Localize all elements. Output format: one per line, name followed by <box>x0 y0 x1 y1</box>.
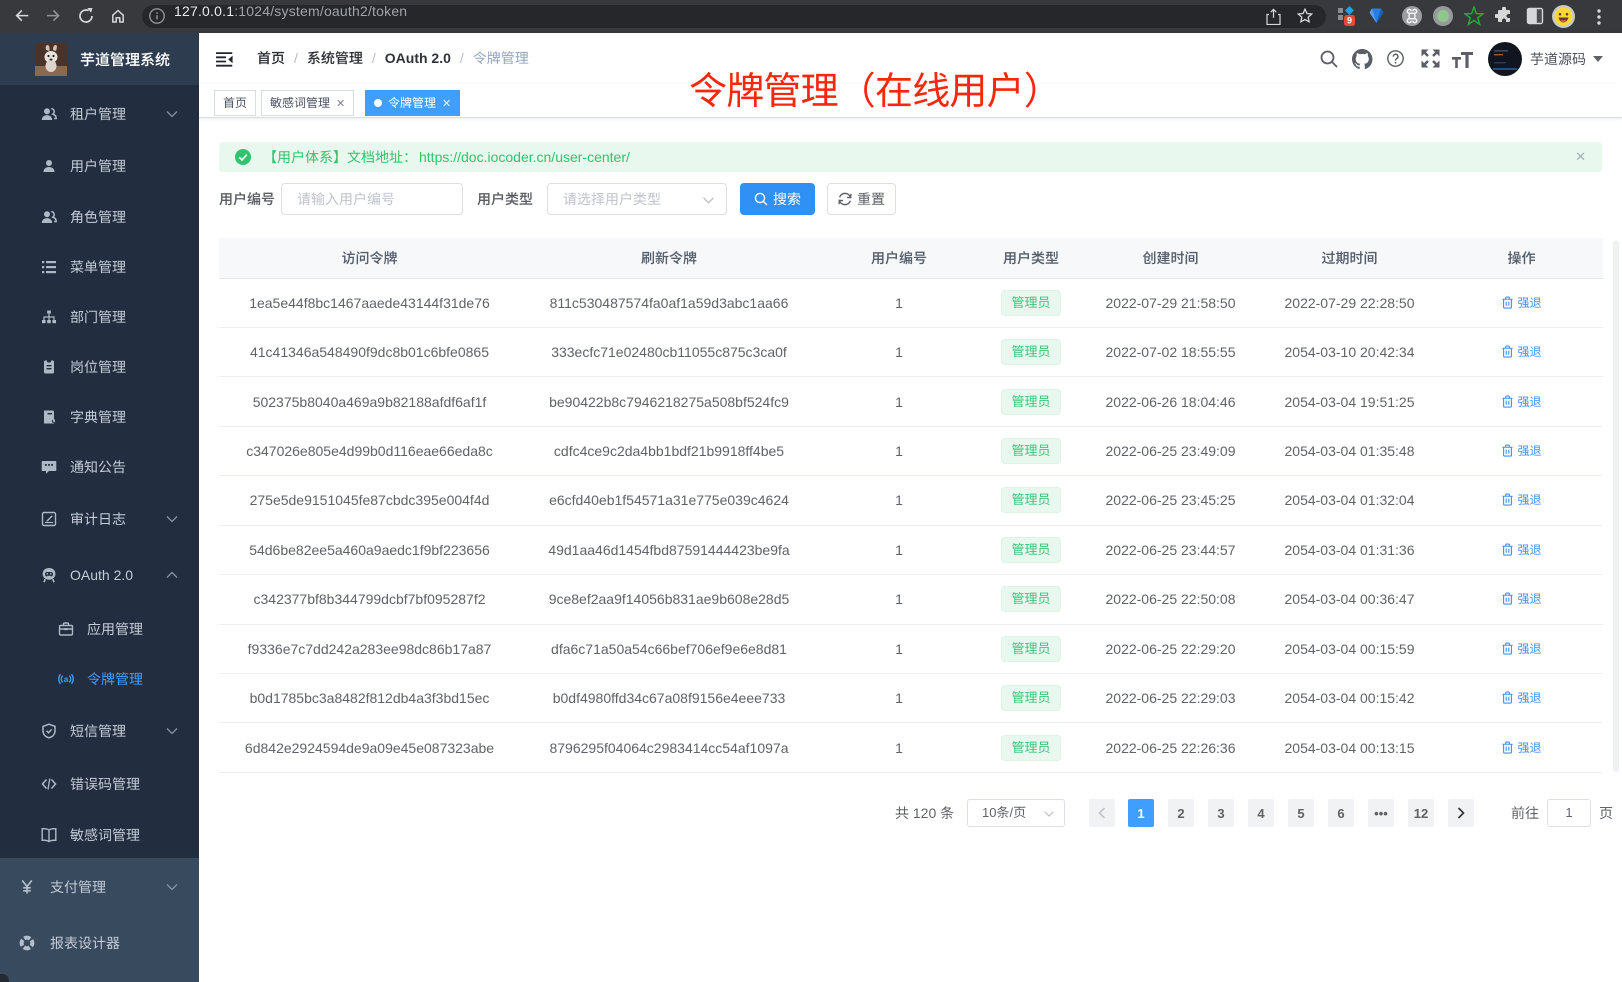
svg-text:a: a <box>64 674 69 684</box>
svg-text:9: 9 <box>1347 16 1352 26</box>
